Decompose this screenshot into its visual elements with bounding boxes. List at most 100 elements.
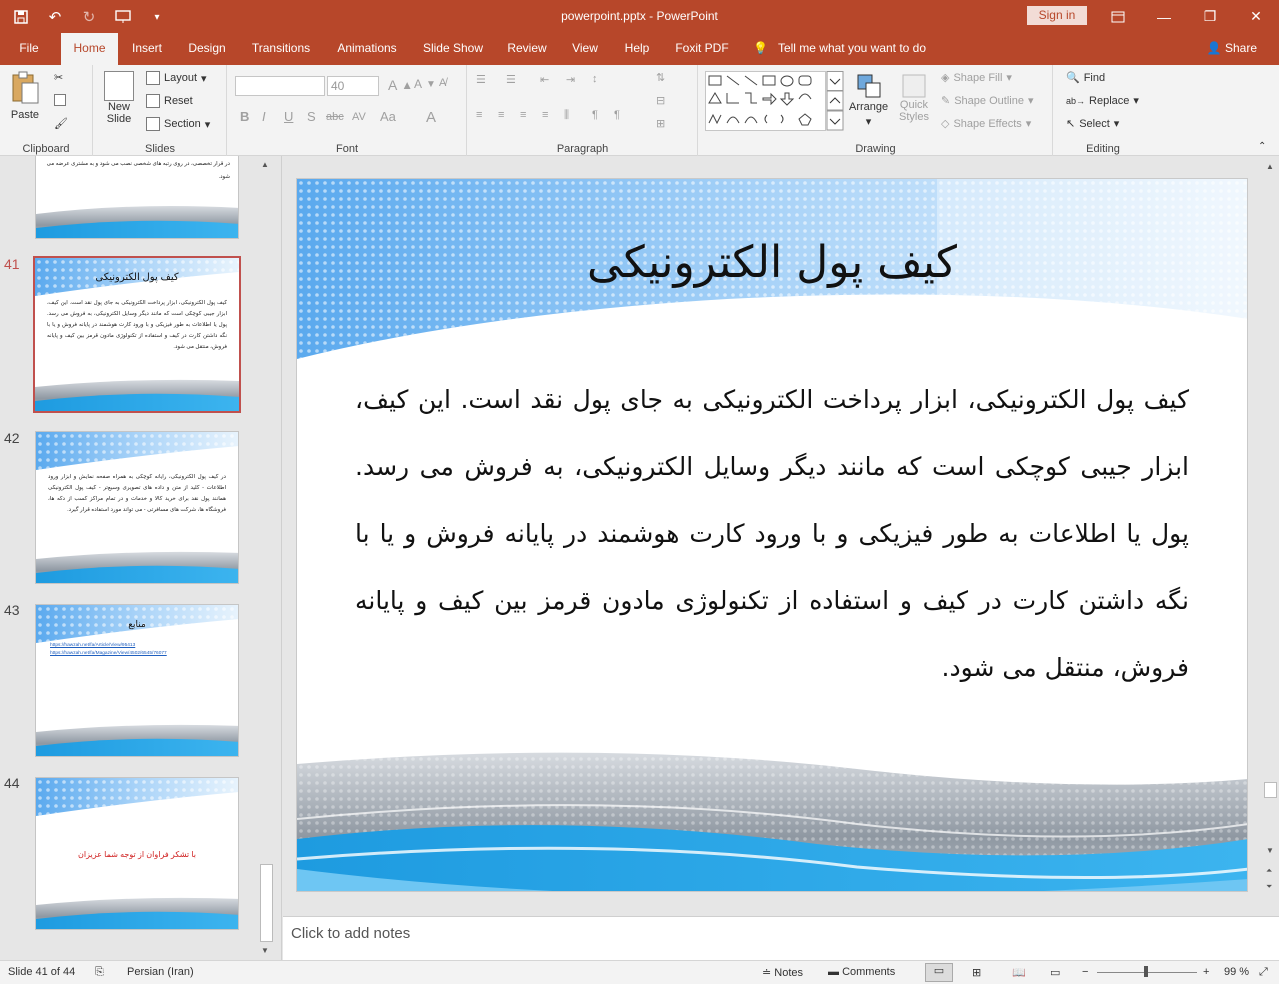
- slide-body[interactable]: کیف پول الکترونیکی، ابزار پرداخت الکترون…: [355, 366, 1189, 701]
- ribbon-tabs: File Home Insert Design Transitions Anim…: [0, 33, 1279, 65]
- tab-file[interactable]: File: [8, 33, 50, 65]
- character-spacing-button[interactable]: AV: [352, 111, 366, 123]
- tab-foxit-pdf[interactable]: Foxit PDF: [668, 33, 736, 65]
- notes-placeholder[interactable]: Click to add notes: [291, 925, 410, 942]
- collapse-ribbon-icon[interactable]: ⌃: [1258, 141, 1266, 152]
- find-button[interactable]: 🔍 Find: [1066, 71, 1105, 85]
- thumbnail-slide-42[interactable]: در کیف پول الکترونیکی، رایانه کوچکی به ه…: [35, 431, 239, 584]
- font-size-dropdown[interactable]: 40: [327, 76, 379, 96]
- restore-icon[interactable]: ❐: [1187, 0, 1233, 33]
- fit-to-window-icon[interactable]: ⤢: [1259, 966, 1268, 979]
- zoom-level[interactable]: 99 %: [1224, 966, 1249, 978]
- shape-outline-button[interactable]: ✎ Shape Outline ▾: [941, 94, 1033, 108]
- quick-styles-button[interactable]: Quick Styles: [899, 73, 929, 123]
- notes-pane[interactable]: Click to add notes: [283, 916, 1279, 960]
- notes-toggle[interactable]: ≐ Notes: [762, 966, 803, 979]
- decrease-indent-icon[interactable]: ⇤: [540, 73, 549, 86]
- signin-button[interactable]: Sign in: [1027, 6, 1087, 25]
- numbering-icon[interactable]: ☰: [506, 73, 516, 86]
- slideshow-view-icon[interactable]: ▭: [1050, 966, 1060, 979]
- next-slide-icon[interactable]: ⏷: [1266, 882, 1272, 892]
- columns-icon[interactable]: ⫼: [564, 109, 569, 122]
- thumbnail-slide-40[interactable]: در قرار تخصصی، در روی رتبه های شخصی نصب …: [35, 156, 239, 239]
- shrink-font-icon[interactable]: A ▼: [414, 77, 436, 91]
- thumbnail-body: در قرار تخصصی، در روی رتبه های شخصی نصب …: [46, 161, 230, 180]
- tab-review[interactable]: Review: [500, 33, 554, 65]
- thumbnail-slide-41[interactable]: کیف پول الکترونیکی کیف پول الکترونیکی، ا…: [33, 256, 241, 413]
- text-direction-icon[interactable]: ⇅: [656, 71, 665, 84]
- clear-formatting-icon[interactable]: A̸: [439, 77, 446, 89]
- scroll-up-icon[interactable]: ▲: [1266, 162, 1274, 171]
- reading-view-icon[interactable]: 📖: [1012, 966, 1026, 979]
- spellcheck-icon[interactable]: ⎘: [95, 966, 104, 979]
- previous-slide-icon[interactable]: ⏶: [1266, 866, 1272, 876]
- language-indicator[interactable]: Persian (Iran): [127, 966, 194, 978]
- scroll-up-icon[interactable]: ▲: [261, 160, 269, 169]
- arrange-button[interactable]: Arrange ▾: [849, 73, 888, 128]
- zoom-in-icon[interactable]: +: [1203, 966, 1209, 978]
- ltr-icon[interactable]: ¶: [592, 109, 598, 121]
- slide-scroll-thumb[interactable]: [1264, 782, 1277, 798]
- zoom-slider-thumb[interactable]: [1144, 966, 1148, 977]
- tab-transitions[interactable]: Transitions: [244, 33, 318, 65]
- layout-button[interactable]: Layout ▾: [146, 71, 207, 85]
- cut-icon[interactable]: ✂: [54, 71, 63, 84]
- strikethrough-button[interactable]: abc: [326, 111, 344, 123]
- normal-view-icon[interactable]: ▭: [925, 963, 953, 982]
- bold-button[interactable]: B: [240, 109, 249, 124]
- grow-font-icon[interactable]: A ▲: [388, 77, 413, 93]
- tab-design[interactable]: Design: [180, 33, 234, 65]
- replace-button[interactable]: ab→ Replace ▾: [1066, 94, 1139, 108]
- ribbon-display-options-icon[interactable]: [1095, 0, 1141, 33]
- align-text-icon[interactable]: ⊟: [656, 94, 665, 107]
- minimize-icon[interactable]: —: [1141, 0, 1187, 33]
- slide-title[interactable]: کیف پول الکترونیکی: [297, 237, 1247, 288]
- tab-help[interactable]: Help: [616, 33, 658, 65]
- thumbnail-scroll-thumb[interactable]: [260, 864, 273, 942]
- bullets-icon[interactable]: ☰: [476, 73, 486, 86]
- align-center-icon[interactable]: ≡: [498, 109, 504, 121]
- paste-button[interactable]: Paste: [10, 71, 40, 121]
- align-right-icon[interactable]: ≡: [520, 109, 526, 121]
- change-case-button[interactable]: Aa: [380, 109, 396, 124]
- font-name-dropdown[interactable]: [235, 76, 325, 96]
- format-painter-icon[interactable]: 🖌: [54, 117, 68, 130]
- thumbnail-slide-43[interactable]: منابع https://hawzah.net/fa/Article/View…: [35, 604, 239, 757]
- tab-view[interactable]: View: [564, 33, 606, 65]
- italic-button[interactable]: I: [262, 109, 266, 124]
- thumbnail-slide-44[interactable]: با تشکر فراوان از توجه شما عزیزان: [35, 777, 239, 930]
- current-slide[interactable]: کیف پول الکترونیکی کیف پول الکترونیکی، ا…: [296, 178, 1248, 892]
- justify-icon[interactable]: ≡: [542, 109, 548, 121]
- copy-icon[interactable]: [54, 94, 66, 106]
- new-slide-button[interactable]: New Slide: [104, 71, 134, 125]
- select-button[interactable]: ↖ Select ▾: [1066, 117, 1119, 131]
- tell-me-search[interactable]: 💡 Tell me what you want to do: [753, 33, 926, 65]
- underline-button[interactable]: U: [284, 109, 293, 124]
- increase-indent-icon[interactable]: ⇥: [566, 73, 575, 86]
- scroll-down-icon[interactable]: ▼: [1266, 846, 1274, 855]
- tab-animations[interactable]: Animations: [328, 33, 406, 65]
- shapes-gallery[interactable]: [705, 71, 845, 131]
- share-button[interactable]: 👤 Share: [1207, 33, 1257, 65]
- slide-scrollbar[interactable]: ▲ ▼ ⏶ ⏷: [1263, 156, 1278, 916]
- reset-button[interactable]: Reset: [146, 94, 193, 108]
- shape-effects-button[interactable]: ◇ Shape Effects ▾: [941, 117, 1031, 131]
- ribbon: Paste ✂ 🖌 Clipboard New Slide Layout ▾ Re…: [0, 65, 1279, 156]
- align-left-icon[interactable]: ≡: [476, 109, 482, 121]
- tab-home[interactable]: Home: [61, 33, 118, 65]
- slide-sorter-icon[interactable]: ⊞: [972, 966, 981, 979]
- tab-insert[interactable]: Insert: [124, 33, 170, 65]
- line-spacing-icon[interactable]: ↕: [592, 73, 598, 85]
- scroll-down-icon[interactable]: ▼: [261, 946, 269, 955]
- shadow-button[interactable]: S: [307, 109, 316, 124]
- tab-slideshow[interactable]: Slide Show: [416, 33, 490, 65]
- section-button[interactable]: Section ▾: [146, 117, 210, 131]
- comments-toggle[interactable]: ▬ Comments: [828, 966, 895, 978]
- smartart-icon[interactable]: ⊞: [656, 117, 665, 130]
- rtl-icon[interactable]: ¶: [614, 109, 620, 121]
- zoom-out-icon[interactable]: −: [1082, 966, 1088, 978]
- shape-fill-button[interactable]: ◈ Shape Fill ▾: [941, 71, 1012, 85]
- font-color-button[interactable]: A: [426, 109, 436, 126]
- thumbnail-scrollbar[interactable]: ▲ ▼: [259, 156, 274, 960]
- close-icon[interactable]: ✕: [1233, 0, 1279, 33]
